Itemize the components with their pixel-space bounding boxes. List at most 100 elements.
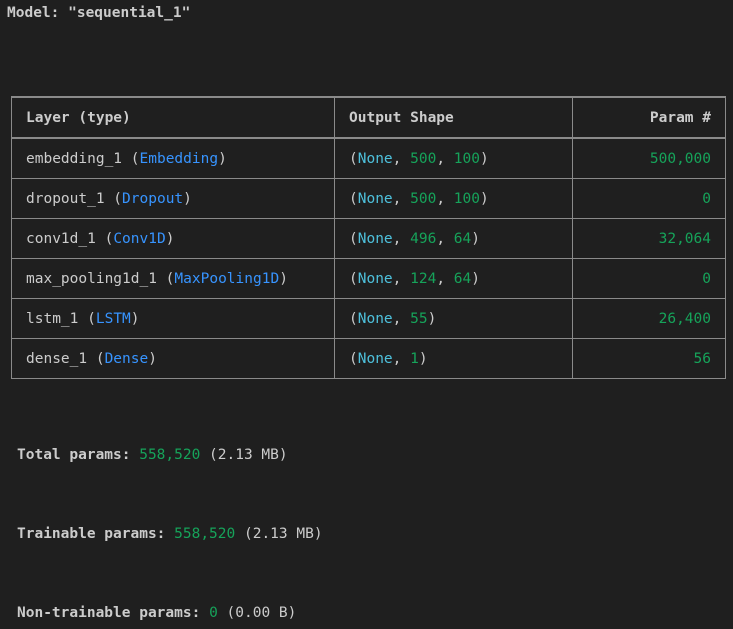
param-count-cell: 32,064 (572, 218, 726, 259)
punctuation: , (436, 190, 454, 207)
output-shape-cell: (None, 1) (334, 338, 573, 379)
punctuation: ( (349, 150, 358, 167)
table-row: max_pooling1d_1 (MaxPooling1D) (None, 124… (11, 258, 726, 299)
layer-cell: embedding_1 (Embedding) (11, 137, 335, 179)
punctuation: ) (427, 310, 437, 327)
total-params-value: 558,520 (139, 447, 201, 463)
output-shape-cell: (None, 496, 64) (334, 218, 573, 259)
output-shape-cell: (None, 124, 64) (334, 258, 573, 299)
punctuation: ) (279, 270, 288, 287)
punctuation: ( (104, 190, 123, 207)
punctuation: , (392, 270, 411, 287)
total-params-label: Total params: (17, 447, 140, 463)
punctuation: , (436, 230, 454, 247)
shape-dim: 64 (453, 230, 472, 247)
layer-cell: dropout_1 (Dropout) (11, 178, 335, 219)
shape-batch-dim: None (357, 150, 393, 167)
param-count-cell: 0 (572, 178, 726, 219)
punctuation: ( (95, 230, 114, 247)
layer-type: MaxPooling1D (174, 270, 280, 287)
model-summary-table: Layer (type) Output Shape Param # embedd… (11, 96, 726, 379)
layer-name: embedding_1 (26, 150, 123, 167)
table-row: conv1d_1 (Conv1D) (None, 496, 64) 32,064 (11, 218, 726, 259)
shape-dim: 55 (410, 310, 428, 327)
punctuation: , (392, 190, 411, 207)
output-shape-cell: (None, 500, 100) (334, 137, 573, 179)
punctuation: ) (165, 230, 175, 247)
punctuation: ( (87, 350, 105, 367)
output-shape-cell: (None, 500, 100) (334, 178, 573, 219)
punctuation: , (436, 270, 454, 287)
layer-name: lstm_1 (26, 310, 79, 327)
punctuation: , (392, 150, 411, 167)
punctuation: ( (349, 190, 358, 207)
layer-cell: dense_1 (Dense) (11, 338, 335, 379)
shape-dim: 500 (410, 190, 437, 207)
shape-batch-dim: None (357, 310, 393, 327)
header-output-shape: Output Shape (334, 96, 573, 139)
shape-batch-dim: None (357, 270, 393, 287)
model-title: Model: "sequential_1" (7, 5, 190, 21)
non-trainable-params-size: (0.00 B) (217, 605, 297, 621)
layer-type: Conv1D (113, 230, 166, 247)
punctuation: , (392, 350, 411, 367)
trainable-params-value: 558,520 (174, 526, 236, 542)
trainable-params-line: Trainable params: 558,520 (2.13 MB) (17, 526, 323, 542)
non-trainable-params-line: Non-trainable params: 0 (0.00 B) (17, 605, 296, 621)
trainable-params-size: (2.13 MB) (235, 526, 323, 542)
model-title-prefix: Model: (7, 5, 69, 21)
shape-dim: 1 (410, 350, 419, 367)
trainable-params-label: Trainable params: (17, 526, 175, 542)
punctuation: ( (349, 350, 358, 367)
shape-batch-dim: None (357, 350, 393, 367)
punctuation: , (392, 310, 411, 327)
layer-name: max_pooling1d_1 (26, 270, 157, 287)
table-body: embedding_1 (Embedding) (None, 500, 100) 5… (11, 137, 726, 379)
layer-type: Dense (104, 350, 149, 367)
shape-dim: 500 (410, 150, 437, 167)
layer-type: Dropout (122, 190, 184, 207)
punctuation: , (436, 150, 454, 167)
table-row: lstm_1 (LSTM) (None, 55) 26,400 (11, 298, 726, 339)
total-params-line: Total params: 558,520 (2.13 MB) (17, 447, 288, 463)
layer-name: dropout_1 (26, 190, 105, 207)
punctuation: ) (218, 150, 227, 167)
layer-cell: lstm_1 (LSTM) (11, 298, 335, 339)
total-params-size: (2.13 MB) (200, 447, 288, 463)
model-name: "sequential_1" (68, 5, 191, 21)
param-count-cell: 26,400 (572, 298, 726, 339)
punctuation: ) (148, 350, 157, 367)
punctuation: ) (471, 230, 480, 247)
table-row: dense_1 (Dense) (None, 1) 56 (11, 338, 726, 379)
param-count-cell: 0 (572, 258, 726, 299)
punctuation: ( (349, 230, 358, 247)
punctuation: ) (471, 270, 480, 287)
shape-batch-dim: None (357, 190, 393, 207)
non-trainable-params-value: 0 (209, 605, 218, 621)
table-row: embedding_1 (Embedding) (None, 500, 100) 5… (11, 137, 726, 179)
layer-name: dense_1 (26, 350, 88, 367)
table-header-row: Layer (type) Output Shape Param # (11, 96, 726, 139)
shape-dim: 100 (453, 150, 480, 167)
punctuation: ( (78, 310, 96, 327)
shape-dim: 124 (410, 270, 437, 287)
header-param-count: Param # (572, 96, 726, 139)
shape-dim: 100 (453, 190, 480, 207)
non-trainable-params-label: Non-trainable params: (17, 605, 210, 621)
punctuation: ) (480, 150, 489, 167)
shape-dim: 64 (453, 270, 472, 287)
punctuation: ) (418, 350, 428, 367)
layer-cell: max_pooling1d_1 (MaxPooling1D) (11, 258, 335, 299)
output-shape-cell: (None, 55) (334, 298, 573, 339)
punctuation: ( (122, 150, 140, 167)
punctuation: , (392, 230, 411, 247)
punctuation: ) (480, 190, 489, 207)
layer-type: Embedding (139, 150, 219, 167)
punctuation: ( (349, 310, 358, 327)
layer-type: LSTM (95, 310, 131, 327)
punctuation: ( (349, 270, 358, 287)
header-layer-type: Layer (type) (11, 96, 335, 139)
layer-name: conv1d_1 (26, 230, 96, 247)
punctuation: ) (130, 310, 140, 327)
shape-batch-dim: None (357, 230, 393, 247)
